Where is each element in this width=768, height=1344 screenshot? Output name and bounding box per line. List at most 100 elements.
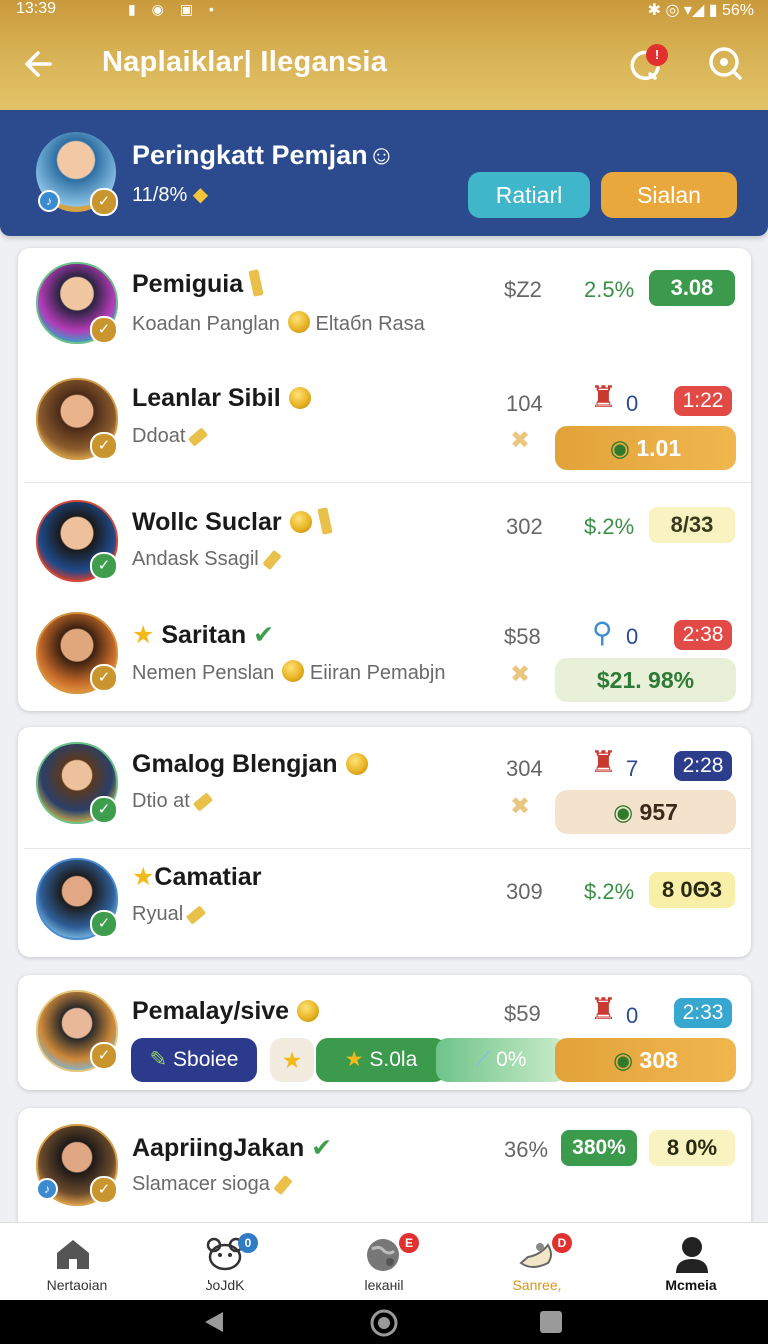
player-name: Gmalog Blengjan	[132, 750, 368, 779]
music-badge-icon: ♪	[38, 190, 60, 212]
bird-icon	[518, 1237, 556, 1278]
banner-subtitle: 11/8% ◆	[132, 184, 209, 206]
cross-icon: ✖	[510, 661, 531, 688]
system-recents-icon[interactable]	[540, 1311, 562, 1333]
coin-icon	[289, 511, 312, 533]
status-bar: 13:39 ▮ ◉ ▣ • ✱ ◎ ▾◢ ▮ 56%	[0, 0, 768, 22]
battery-level: 56%	[721, 2, 754, 19]
player-name: Wollc Suclar	[132, 507, 333, 537]
player-name: ★Camatiar	[132, 863, 262, 891]
verified-check-icon: ✓	[90, 432, 118, 460]
player-score: 104	[506, 391, 543, 416]
sboiee-chip[interactable]: ✎ Sboiee	[131, 1038, 257, 1082]
time-tag: 2:33	[674, 998, 732, 1028]
system-home-icon[interactable]	[370, 1309, 398, 1342]
ratiarl-button[interactable]: Ratiarl	[468, 172, 590, 218]
medal-icon: ◉	[609, 435, 630, 461]
nav-label: leканil	[364, 1277, 404, 1293]
system-back-icon[interactable]	[203, 1310, 225, 1339]
nav-label: Mcmeia	[665, 1277, 717, 1293]
value-tag: 3.08	[649, 270, 735, 306]
notification-badge: !	[646, 44, 668, 66]
star-icon: ★	[344, 1048, 364, 1071]
player-subtitle: Ryual	[132, 903, 207, 926]
time-tag: 2:38	[674, 620, 732, 650]
verified-check-icon: ✓	[90, 1176, 118, 1204]
nav-item-profile[interactable]: Mcmeia	[614, 1223, 768, 1301]
player-percent: $.2%	[584, 514, 635, 539]
player-name: Pemalay/sive	[132, 997, 320, 1026]
coin-icon	[345, 753, 368, 775]
nav-badge: 0	[238, 1233, 258, 1253]
status-right-icons: ✱ ◎ ▾◢ ▮ 56%	[647, 2, 754, 19]
player-stat: 7	[626, 756, 639, 781]
time-tag: 2:28	[674, 751, 732, 781]
player-score: $58	[504, 624, 541, 649]
time-tag: 1:22	[674, 386, 732, 416]
verified-check-icon: ✓	[90, 1042, 118, 1070]
star-icon: ★	[132, 863, 155, 891]
player-stat: 0	[626, 1003, 639, 1028]
cross-icon: ✖	[510, 427, 531, 454]
player-subtitle: Ddoat	[132, 425, 209, 448]
nav-badge: E	[399, 1233, 419, 1253]
player-name: Pemiguia	[132, 269, 264, 299]
player-name: Leanlar Sibil	[132, 384, 311, 413]
system-navigation-bar	[0, 1300, 768, 1344]
medal-icon: ◉	[613, 1047, 634, 1073]
location-pin-icon: ⚲	[592, 617, 613, 648]
player-stat: 0	[626, 391, 639, 416]
player-subtitle: Slamacer sioga	[132, 1173, 293, 1196]
wand-icon: ⟋	[475, 1048, 491, 1071]
nav-item-globe[interactable]: E leканil	[307, 1223, 461, 1301]
banner-title: Peringkatt Pemjan☺	[132, 140, 396, 170]
nav-item-home[interactable]: Nertaoian	[0, 1223, 154, 1301]
verified-check-icon: ✓	[90, 910, 118, 938]
music-badge-icon: ♪	[36, 1178, 58, 1200]
verified-check-icon: ✓	[90, 552, 118, 580]
nav-item-bear[interactable]: 0 ʖoJdK	[148, 1223, 302, 1301]
s0la-chip[interactable]: ★ S.0la	[316, 1038, 446, 1082]
player-subtitle: Andask Ssagil	[132, 548, 282, 571]
search-icon[interactable]	[706, 44, 746, 84]
progress-bar: ◉ 308	[555, 1038, 736, 1082]
ranking-card-4	[18, 1108, 751, 1238]
player-percent: $.2%	[584, 879, 635, 904]
percent-chip[interactable]: ⟋ 0%	[436, 1038, 566, 1082]
coin-icon	[297, 1000, 320, 1022]
row-divider	[24, 848, 751, 849]
player-subtitle: Nemen Penslan Eiiran Pemabjn	[132, 660, 446, 684]
globe-icon	[364, 1237, 402, 1278]
bottom-navigation: Nertaoian 0 ʖoJdK E leканil D Sanree, Mc…	[0, 1222, 768, 1301]
app-header: 13:39 ▮ ◉ ▣ • ✱ ◎ ▾◢ ▮ 56% Naplaiklar| I…	[0, 0, 768, 112]
player-subtitle: Dtio at	[132, 790, 213, 813]
ranking-card-2	[18, 727, 751, 957]
cross-icon: ✖	[510, 793, 531, 820]
status-notification-icons: ▮ ◉ ▣ •	[128, 1, 220, 17]
diamond-icon: ◆	[192, 184, 209, 206]
castle-icon: ♜	[590, 381, 617, 414]
page-title: Naplaiklar| Ilegansia	[102, 46, 388, 78]
nav-badge: D	[552, 1233, 572, 1253]
coin-icon	[282, 660, 305, 682]
player-score: 36%	[504, 1137, 549, 1162]
progress-bar: $21. 98%	[555, 658, 736, 702]
star-icon: ★	[132, 621, 155, 649]
coin-icon	[287, 311, 310, 333]
medal-icon: ◉	[613, 799, 634, 825]
check-icon: ✔	[253, 621, 275, 649]
player-score: 304	[506, 756, 543, 781]
player-name: ★ Saritan ✔	[132, 621, 275, 649]
nav-label: Nertaoian	[46, 1277, 108, 1293]
nav-item-bird[interactable]: D Sanree,	[460, 1223, 614, 1301]
coin-icon	[288, 387, 311, 409]
sialan-button[interactable]: Sialan	[601, 172, 737, 218]
verified-check-icon: ✓	[90, 796, 118, 824]
status-time: 13:39	[16, 0, 57, 17]
pencil-icon: ✎	[149, 1048, 168, 1071]
player-score: $Z2	[504, 277, 542, 302]
back-arrow-icon[interactable]	[20, 46, 56, 82]
player-score: 309	[506, 879, 543, 904]
player-score: $59	[504, 1001, 541, 1026]
star-chip[interactable]: ★	[270, 1038, 314, 1082]
